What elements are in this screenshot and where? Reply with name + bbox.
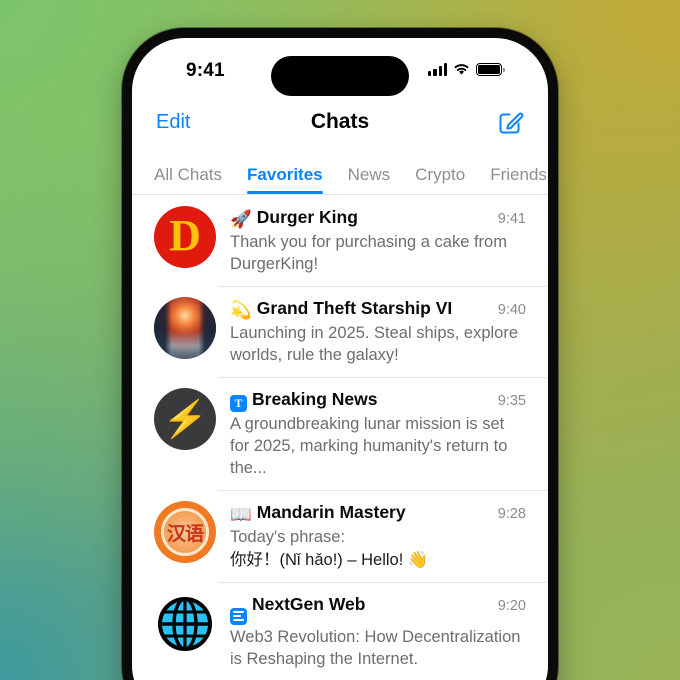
list-item[interactable]: ⚡ T Breaking News 9:35 A groundbreaking l… xyxy=(132,377,548,490)
chat-header: NextGen Web 9:20 xyxy=(230,594,526,625)
tab-favorites[interactable]: Favorites xyxy=(247,165,323,194)
chat-timestamp: 9:40 xyxy=(497,302,526,318)
lightning-bolt-icon: ⚡ xyxy=(160,398,210,439)
chat-preview-line2: 你好！(Nǐ hǎo!) – Hello! 👋 xyxy=(230,551,429,569)
chat-preview: Launching in 2025. Steal ships, explore … xyxy=(230,324,519,364)
chat-preview: Web3 Revolution: How Decentralization is… xyxy=(230,627,521,668)
chat-name-text: Breaking News xyxy=(252,389,378,409)
chat-preview: Thank you for purchasing a cake from Dur… xyxy=(230,233,507,273)
wifi-icon xyxy=(454,64,469,75)
status-time: 9:41 xyxy=(186,60,225,81)
phone-screen: 9:41 Edit Chats All Chats Favorites News… xyxy=(132,38,548,680)
chat-timestamp: 9:20 xyxy=(497,598,526,614)
chat-header: 📖 Mandarin Mastery 9:28 xyxy=(230,502,526,525)
chat-content: NextGen Web 9:20 Web3 Revolution: How De… xyxy=(230,593,526,670)
list-item[interactable]: 💫 Grand Theft Starship VI 9:40 Launching … xyxy=(132,286,548,377)
chat-header: 🚀 Durger King 9:41 xyxy=(230,207,526,230)
tab-all-chats[interactable]: All Chats xyxy=(154,165,222,194)
sparkle-icon: 💫 xyxy=(230,300,252,320)
cellular-signal-icon xyxy=(428,63,447,76)
tab-news[interactable]: News xyxy=(348,165,391,194)
chat-name-text: Mandarin Mastery xyxy=(256,502,406,522)
tab-crypto[interactable]: Crypto xyxy=(415,165,465,194)
chat-name: T Breaking News xyxy=(230,389,377,412)
chat-name: NextGen Web xyxy=(230,594,365,625)
list-item[interactable]: NextGen Web 9:20 Web3 Revolution: How De… xyxy=(132,582,548,680)
status-indicators xyxy=(428,63,505,76)
avatar-grand-theft-starship[interactable] xyxy=(154,297,216,359)
tab-friends[interactable]: Friends xyxy=(490,165,547,194)
phone-frame: 9:41 Edit Chats All Chats Favorites News… xyxy=(122,28,558,680)
chat-timestamp: 9:35 xyxy=(497,393,526,409)
navigation-bar: Edit Chats xyxy=(132,96,548,148)
lines-badge-icon xyxy=(230,607,247,625)
avatar-mandarin-mastery[interactable]: 汉语 xyxy=(154,501,216,563)
chat-timestamp: 9:28 xyxy=(497,506,526,522)
chat-timestamp: 9:41 xyxy=(497,211,526,227)
tab-bar[interactable]: All Chats Favorites News Crypto Friends xyxy=(132,148,548,194)
chat-name: 📖 Mandarin Mastery xyxy=(230,502,406,525)
chat-content: 📖 Mandarin Mastery 9:28 Today's phrase: 你… xyxy=(230,501,526,571)
dynamic-island xyxy=(271,56,409,96)
chat-name-text: Durger King xyxy=(256,207,358,227)
avatar-breaking-news[interactable]: ⚡ xyxy=(154,388,216,450)
compose-icon[interactable] xyxy=(498,109,524,135)
chat-name: 🚀 Durger King xyxy=(230,207,358,230)
chat-content: 🚀 Durger King 9:41 Thank you for purchasi… xyxy=(230,206,526,275)
chat-name-text: NextGen Web xyxy=(252,594,366,614)
page-title: Chats xyxy=(310,110,370,133)
open-book-icon: 📖 xyxy=(230,504,252,524)
list-item[interactable]: 汉语 📖 Mandarin Mastery 9:28 Today's phrase… xyxy=(132,490,548,582)
rocket-icon: 🚀 xyxy=(230,209,252,229)
avatar-nextgen-web[interactable] xyxy=(154,593,216,655)
telegram-t-badge-icon: T xyxy=(230,395,247,412)
globe-icon xyxy=(158,597,212,651)
chat-name: 💫 Grand Theft Starship VI xyxy=(230,298,452,321)
battery-full-icon xyxy=(476,63,505,76)
avatar-letter: D xyxy=(169,211,201,260)
avatar-durger-king[interactable]: D xyxy=(154,206,216,268)
chat-header: 💫 Grand Theft Starship VI 9:40 xyxy=(230,298,526,321)
status-bar: 9:41 xyxy=(132,38,548,96)
avatar-label: 汉语 xyxy=(166,523,204,545)
chat-header: T Breaking News 9:35 xyxy=(230,389,526,412)
chat-content: T Breaking News 9:35 A groundbreaking lun… xyxy=(230,388,526,479)
chat-content: 💫 Grand Theft Starship VI 9:40 Launching … xyxy=(230,297,526,366)
edit-button[interactable]: Edit xyxy=(156,111,190,134)
chat-preview: A groundbreaking lunar mission is set fo… xyxy=(230,415,508,477)
chat-name-text: Grand Theft Starship VI xyxy=(256,298,453,318)
list-item[interactable]: D 🚀 Durger King 9:41 Thank you for purcha… xyxy=(132,195,548,286)
chat-preview-line1: Today's phrase: xyxy=(230,528,346,546)
chat-list: D 🚀 Durger King 9:41 Thank you for purcha… xyxy=(132,195,548,680)
